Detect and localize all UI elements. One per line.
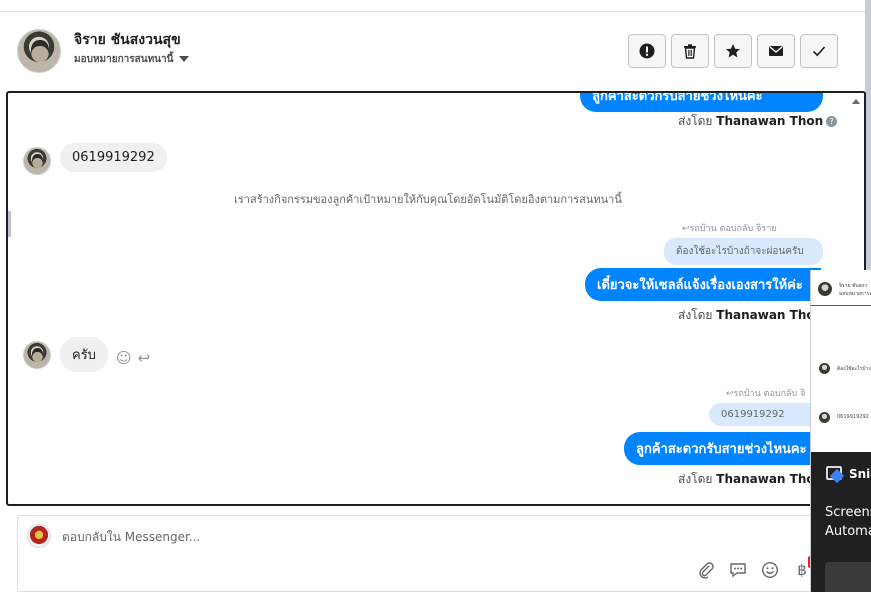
- delete-button[interactable]: [671, 34, 709, 68]
- star-icon: [726, 44, 740, 58]
- mini-name: จิราย ชันสงว: [839, 283, 868, 289]
- message-text: เดี๋ยวจะให้เซลล์แจ้งเรื่องเองสารให้ค่ะ: [597, 278, 803, 293]
- sent-by-label: ส่งโดย Thanawan Thon: [678, 470, 823, 489]
- attachment-icon[interactable]: [696, 560, 716, 580]
- scroll-up-arrow-icon[interactable]: [852, 99, 860, 104]
- snip-notification[interactable]: Snip Screens Automa: [811, 452, 871, 592]
- overlay-preview-header: จิราย ชันสงว มอบหมายการสนท: [811, 270, 871, 306]
- thread-edge-marker: [8, 211, 11, 237]
- saved-replies-icon[interactable]: [728, 560, 748, 580]
- conversation-header: จิราย ชันสงวนสุข มอบหมายการสนทนานี้: [0, 13, 865, 90]
- mark-unread-button[interactable]: [757, 34, 795, 68]
- reply-reference-label: ↩รถบ้าน ตอบกลับ จิราย: [682, 221, 777, 235]
- contact-name[interactable]: จิราย ชันสงวนสุข: [74, 29, 181, 51]
- reply-icon[interactable]: ↩: [138, 349, 151, 367]
- quoted-message[interactable]: ต้องใช้อะไรบ้างถ้าจะผ่อนครับ: [664, 238, 823, 265]
- mini-avatar: [818, 282, 832, 296]
- composer-tools: ฿: [696, 560, 812, 580]
- incoming-message-phone[interactable]: 0619919292: [60, 143, 167, 172]
- emoji-icon[interactable]: [760, 560, 780, 580]
- reply-arrow-icon: ↩: [682, 224, 690, 234]
- sent-by-prefix: ส่งโดย: [678, 308, 713, 322]
- mini-sub: มอบหมายการสนท: [839, 291, 871, 297]
- message-composer: ฿: [17, 515, 817, 592]
- message-text: ลูกค้าสะดวกรับสายช่วงไหนคะ: [592, 91, 763, 104]
- check-icon: [812, 46, 826, 57]
- mark-spam-button[interactable]: [628, 34, 666, 68]
- top-bar: [0, 0, 865, 12]
- reply-arrow-icon: ↩: [726, 389, 734, 399]
- sent-by-label: ส่งโดย Thanawan Thon: [678, 306, 823, 325]
- snip-app-icon: [826, 466, 842, 480]
- help-icon[interactable]: ?: [826, 116, 838, 127]
- snip-action-button[interactable]: [825, 562, 871, 592]
- sent-by-prefix: ส่งโดย: [678, 472, 713, 486]
- quoted-message[interactable]: 0619919292: [709, 403, 821, 426]
- sender-name: Thanawan Thon: [716, 472, 824, 486]
- sender-name: Thanawan Thon: [716, 308, 824, 322]
- sent-by-prefix: ส่งโดย: [678, 114, 713, 128]
- system-note: เราสร้างกิจกรรมของลูกค้าเป้าหมายให้กับคุ…: [234, 193, 622, 206]
- reply-input[interactable]: [62, 530, 662, 544]
- assign-label: มอบหมายการสนทนานี้: [74, 54, 174, 65]
- message-thread[interactable]: ลูกค้าสะดวกรับสายช่วงไหนคะ ส่งโดย Thanaw…: [6, 91, 866, 506]
- customer-avatar[interactable]: [23, 147, 51, 175]
- message-text: ครับ: [72, 348, 96, 363]
- sent-by-label: ส่งโดย Thanawan Thon?: [678, 112, 838, 131]
- message-text: ลูกค้าสะดวกรับสายช่วงไหนคะ: [636, 442, 807, 457]
- contact-avatar[interactable]: [17, 29, 61, 73]
- page-avatar: [27, 524, 51, 548]
- mark-done-button[interactable]: [800, 34, 838, 68]
- outgoing-message-clipped[interactable]: ลูกค้าสะดวกรับสายช่วงไหนคะ: [580, 91, 823, 112]
- snip-line-2: Automa: [825, 524, 871, 539]
- snipping-tool-overlay[interactable]: จิราย ชันสงว มอบหมายการสนท ต้องใช้อะไรบ้…: [810, 270, 871, 592]
- sender-name: Thanawan Thon: [716, 114, 824, 128]
- message-text: 0619919292: [72, 150, 155, 165]
- mini-avatar: [819, 363, 830, 374]
- mail-icon: [769, 46, 783, 56]
- outgoing-message[interactable]: ลูกค้าสะดวกรับสายช่วงไหนคะ: [624, 432, 821, 465]
- reply-label-text: รถบ้าน ตอบกลับ จิ: [733, 389, 806, 399]
- mini-phone: 0619919292: [837, 414, 869, 420]
- trash-icon: [684, 44, 696, 59]
- react-emoji-icon[interactable]: ☺: [116, 349, 132, 367]
- caret-down-icon: [179, 56, 190, 62]
- incoming-message[interactable]: ครับ: [60, 337, 108, 372]
- header-actions: [628, 34, 838, 68]
- customer-avatar[interactable]: [23, 341, 51, 369]
- outgoing-message[interactable]: เดี๋ยวจะให้เซลล์แจ้งเรื่องเองสารให้ค่ะ: [585, 268, 821, 301]
- reply-reference-label: ↩รถบ้าน ตอบกลับ จิ: [726, 386, 805, 400]
- reply-label-text: รถบ้าน ตอบกลับ จิราย: [689, 224, 777, 234]
- star-button[interactable]: [714, 34, 752, 68]
- snip-line-1: Screens: [825, 505, 871, 520]
- mini-avatar: [819, 412, 830, 423]
- assign-conversation-dropdown[interactable]: มอบหมายการสนทนานี้: [74, 52, 190, 67]
- snip-title: Snip: [849, 467, 871, 481]
- alert-icon: [639, 43, 655, 59]
- mini-quote: ต้องใช้อะไรบ้าง: [837, 366, 871, 372]
- message-actions: ☺ ↩: [116, 349, 150, 367]
